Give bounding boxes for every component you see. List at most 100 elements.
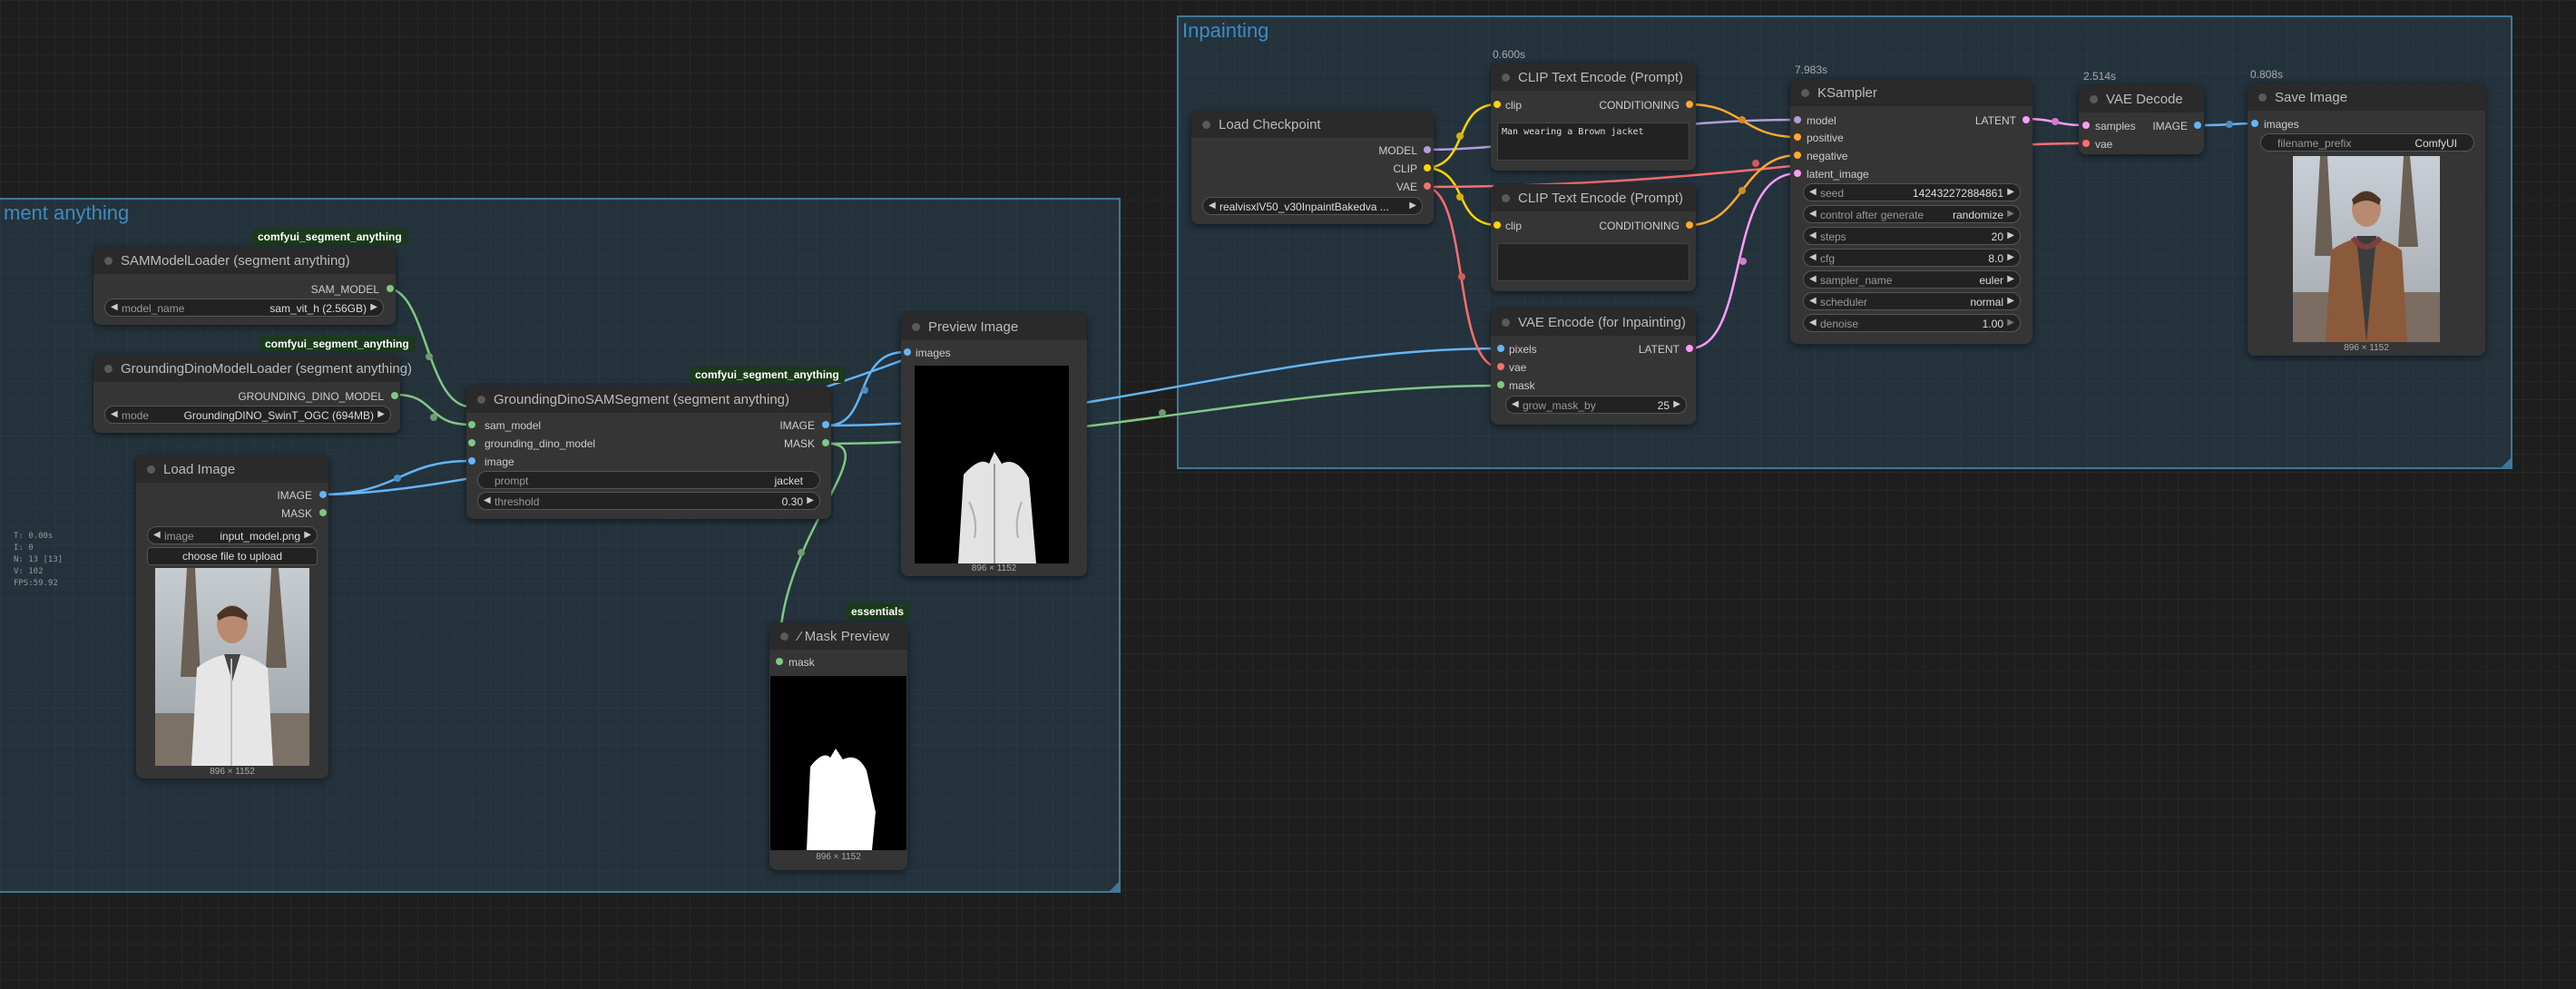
node-load-checkpoint[interactable]: Load Checkpoint MODEL CLIP VAE ◀ realvis…: [1191, 111, 1434, 224]
arrow-right-icon[interactable]: ▶: [807, 495, 814, 505]
collapse-dot-icon[interactable]: [1202, 121, 1210, 129]
group-resize-handle[interactable]: [1110, 882, 1119, 891]
output-latent-slot[interactable]: [1686, 345, 1693, 352]
input-images-slot[interactable]: [2251, 120, 2258, 127]
arrow-left-icon[interactable]: ◀: [1809, 296, 1817, 306]
node-title-bar[interactable]: ⁄ Mask Preview: [769, 622, 907, 650]
arrow-left-icon[interactable]: ◀: [1512, 399, 1519, 409]
collapse-dot-icon[interactable]: [2090, 95, 2098, 103]
arrow-left-icon[interactable]: ◀: [1809, 209, 1817, 219]
node-grounding-dino-sam-segment[interactable]: GroundingDinoSAMSegment (segment anythin…: [466, 386, 831, 519]
node-sam-model-loader[interactable]: SAMModelLoader (segment anything) SAM_MO…: [93, 247, 396, 325]
output-model-slot[interactable]: [1424, 146, 1431, 153]
collapse-dot-icon[interactable]: [104, 365, 113, 373]
model-name-combo[interactable]: ◀ model_name sam_vit_h (2.56GB) ▶: [104, 299, 384, 317]
input-vae-slot[interactable]: [2082, 140, 2090, 147]
node-title-bar[interactable]: GroundingDinoModelLoader (segment anythi…: [93, 355, 412, 382]
node-ksampler[interactable]: KSampler model positive negative latent_…: [1790, 79, 2032, 344]
input-clip-slot[interactable]: [1494, 101, 1501, 108]
mode-combo[interactable]: ◀ mode GroundingDINO_SwinT_OGC (694MB) ▶: [104, 406, 391, 424]
collapse-dot-icon[interactable]: [1502, 73, 1510, 82]
input-mask-slot[interactable]: [776, 658, 783, 665]
denoise-widget[interactable]: ◀ denoise 1.00 ▶: [1803, 314, 2021, 332]
node-vae-encode-inpainting[interactable]: VAE Encode (for Inpainting) pixels vae m…: [1491, 308, 1696, 425]
collapse-dot-icon[interactable]: [1502, 194, 1510, 202]
control-after-generate-widget[interactable]: ◀ control after generate randomize ▶: [1803, 205, 2021, 223]
arrow-left-icon[interactable]: ◀: [1809, 318, 1817, 328]
collapse-dot-icon[interactable]: [477, 396, 485, 404]
node-vae-decode[interactable]: VAE Decode samples vae IMAGE: [2079, 85, 2204, 154]
arrow-left-icon[interactable]: ◀: [1809, 252, 1817, 262]
input-dino-model-slot[interactable]: [468, 439, 475, 446]
node-clip-text-encode-positive[interactable]: CLIP Text Encode (Prompt) clip CONDITION…: [1491, 64, 1696, 171]
arrow-left-icon[interactable]: ◀: [1809, 230, 1817, 240]
prompt-text-widget[interactable]: prompt jacket: [477, 471, 820, 489]
input-latent-image-slot[interactable]: [1794, 170, 1801, 177]
input-mask-slot[interactable]: [1497, 381, 1504, 388]
node-grounding-dino-loader[interactable]: GroundingDinoModelLoader (segment anythi…: [93, 355, 412, 433]
output-image-slot[interactable]: [2194, 122, 2201, 129]
node-title-bar[interactable]: Save Image: [2248, 83, 2485, 111]
arrow-right-icon[interactable]: ▶: [2007, 318, 2014, 328]
output-mask-slot[interactable]: [319, 509, 327, 516]
arrow-right-icon[interactable]: ▶: [377, 409, 385, 419]
threshold-number-widget[interactable]: ◀ threshold 0.30 ▶: [477, 492, 820, 510]
arrow-left-icon[interactable]: ◀: [1809, 187, 1817, 197]
node-title-bar[interactable]: SAMModelLoader (segment anything): [93, 247, 396, 274]
graph-canvas[interactable]: ment anything Inpainting comfyui_segment…: [0, 0, 2576, 989]
node-load-image[interactable]: Load Image IMAGE MASK ◀ image input_mode…: [136, 455, 328, 778]
arrow-left-icon[interactable]: ◀: [1809, 274, 1817, 284]
group-title[interactable]: ment anything: [4, 201, 129, 225]
output-image-slot[interactable]: [319, 491, 327, 498]
output-clip-slot[interactable]: [1424, 164, 1431, 171]
node-save-image[interactable]: Save Image images filename_prefix ComfyU…: [2248, 83, 2485, 356]
output-dino-model-slot[interactable]: [391, 392, 398, 399]
cfg-widget[interactable]: ◀ cfg 8.0 ▶: [1803, 249, 2021, 267]
group-title[interactable]: Inpainting: [1182, 19, 1268, 43]
scheduler-widget[interactable]: ◀ scheduler normal ▶: [1803, 292, 2021, 310]
node-preview-image[interactable]: Preview Image images 896 × 1152: [901, 313, 1087, 576]
input-vae-slot[interactable]: [1497, 363, 1504, 370]
collapse-dot-icon[interactable]: [912, 323, 920, 331]
node-title-bar[interactable]: Load Checkpoint: [1191, 111, 1434, 138]
grow-mask-by-widget[interactable]: ◀ grow_mask_by 25 ▶: [1505, 396, 1687, 414]
output-mask-slot[interactable]: [822, 439, 829, 446]
output-image-slot[interactable]: [822, 421, 829, 428]
node-clip-text-encode-negative[interactable]: CLIP Text Encode (Prompt) clip CONDITION…: [1491, 184, 1696, 291]
collapse-dot-icon[interactable]: [780, 632, 788, 641]
node-title-bar[interactable]: KSampler: [1790, 79, 2032, 106]
node-mask-preview[interactable]: ⁄ Mask Preview mask 896 × 1152: [769, 622, 907, 870]
node-title-bar[interactable]: CLIP Text Encode (Prompt): [1491, 184, 1696, 211]
ckpt-name-combo[interactable]: ◀ realvisxlV50_v30InpaintBakedva ... ▶: [1202, 197, 1423, 215]
prompt-textarea[interactable]: Man wearing a Brown jacket: [1497, 122, 1690, 161]
input-pixels-slot[interactable]: [1497, 345, 1504, 352]
arrow-left-icon[interactable]: ◀: [484, 495, 491, 505]
choose-file-upload-button[interactable]: choose file to upload: [147, 547, 318, 565]
arrow-left-icon[interactable]: ◀: [111, 302, 118, 312]
arrow-right-icon[interactable]: ▶: [2007, 274, 2014, 284]
arrow-right-icon[interactable]: ▶: [2007, 187, 2014, 197]
node-title-bar[interactable]: VAE Encode (for Inpainting): [1491, 308, 1696, 336]
arrow-left-icon[interactable]: ◀: [111, 409, 118, 419]
input-images-slot[interactable]: [904, 348, 911, 356]
input-negative-slot[interactable]: [1794, 152, 1801, 159]
arrow-right-icon[interactable]: ▶: [304, 530, 311, 540]
input-samples-slot[interactable]: [2082, 122, 2090, 129]
node-title-bar[interactable]: Preview Image: [901, 313, 1087, 340]
filename-prefix-widget[interactable]: filename_prefix ComfyUI: [2260, 133, 2474, 152]
steps-widget[interactable]: ◀ steps 20 ▶: [1803, 227, 2021, 245]
arrow-right-icon[interactable]: ▶: [1673, 399, 1680, 409]
node-title-bar[interactable]: CLIP Text Encode (Prompt): [1491, 64, 1696, 91]
output-vae-slot[interactable]: [1424, 182, 1431, 190]
arrow-right-icon[interactable]: ▶: [1409, 201, 1416, 211]
input-clip-slot[interactable]: [1494, 221, 1501, 229]
arrow-left-icon[interactable]: ◀: [1209, 201, 1216, 211]
image-combo[interactable]: ◀ image input_model.png ▶: [147, 526, 318, 544]
collapse-dot-icon[interactable]: [104, 257, 113, 265]
output-sam-model-slot[interactable]: [387, 285, 394, 292]
input-image-slot[interactable]: [468, 457, 475, 465]
node-title-bar[interactable]: VAE Decode: [2079, 85, 2204, 113]
arrow-right-icon[interactable]: ▶: [370, 302, 377, 312]
collapse-dot-icon[interactable]: [1801, 89, 1809, 97]
input-positive-slot[interactable]: [1794, 133, 1801, 141]
